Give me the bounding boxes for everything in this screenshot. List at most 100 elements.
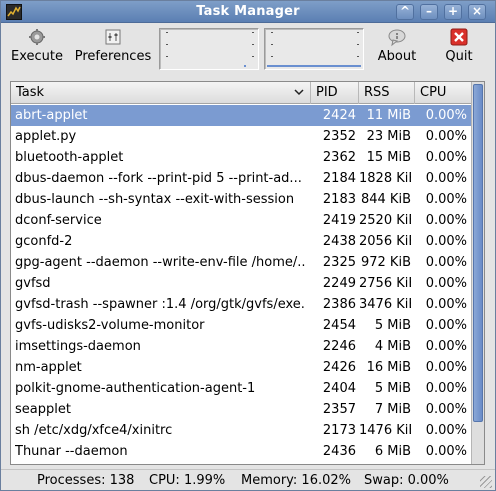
rss-cell: 23 MiB: [366, 129, 411, 144]
table-row[interactable]: nm-applet 2426 16 MiB 0.00%: [11, 357, 472, 378]
cpu-cell: 0.00%: [425, 255, 467, 270]
column-header-cpu[interactable]: CPU: [415, 82, 472, 104]
rss-cell: 7 MiB: [374, 402, 411, 417]
resize-grip[interactable]: [480, 476, 492, 488]
graph-gridline: [271, 32, 273, 66]
pid-cell: 2173: [322, 423, 356, 438]
execute-button[interactable]: Execute: [9, 27, 65, 69]
pid-cell: 2352: [322, 129, 356, 144]
quit-button[interactable]: Quit: [437, 27, 481, 69]
table-row[interactable]: imsettings-daemon 2246 4 MiB 0.00%: [11, 336, 472, 357]
task-name-cell: imsettings-daemon: [15, 339, 141, 354]
cpu-cell: 0.00%: [425, 318, 467, 333]
cpu-cell: 0.00%: [425, 339, 467, 354]
cpu-cell: 0.00%: [425, 129, 467, 144]
status-bar: Processes: 138 CPU: 1.99% Memory: 16.02%…: [1, 469, 495, 490]
preferences-button[interactable]: Preferences: [73, 27, 153, 69]
cpu-cell: 0.00%: [425, 297, 467, 312]
task-name-cell: bluetooth-applet: [15, 150, 124, 165]
task-manager-window: Task Manager ^ – + × Execute Preferences…: [0, 0, 496, 491]
rss-cell: 4 MiB: [374, 339, 411, 354]
task-name-cell: seapplet: [15, 402, 71, 417]
speech-bubble-icon: [387, 27, 407, 47]
pid-cell: 2362: [322, 150, 356, 165]
pid-cell: 2424: [322, 108, 356, 123]
rss-cell: 844 KiB: [360, 192, 411, 207]
table-row[interactable]: abrt-applet 2424 11 MiB 0.00%: [11, 105, 472, 126]
cpu-cell: 0.00%: [425, 402, 467, 417]
table-row[interactable]: dconf-service 24192520 KiB 0.00%: [11, 210, 472, 231]
quit-label: Quit: [445, 49, 473, 64]
table-row[interactable]: applet.py 2352 23 MiB 0.00%: [11, 126, 472, 147]
table-row[interactable]: bluetooth-applet 2362 15 MiB 0.00%: [11, 147, 472, 168]
table-row[interactable]: gvfs-udisks2-volume-monitor 2454 5 MiB 0.00…: [11, 315, 472, 336]
status-processes: Processes: 138: [37, 473, 135, 488]
task-name-cell: nm-applet: [15, 360, 82, 375]
table-row[interactable]: Thunar --daemon 2436 6 MiB 0.00%: [11, 441, 472, 462]
maximize-button[interactable]: +: [444, 4, 462, 20]
memory-graph-fill: [267, 65, 361, 67]
status-cpu: CPU: 1.99%: [149, 473, 226, 488]
column-header-pid[interactable]: PID: [311, 82, 359, 104]
table-row[interactable]: dbus-launch --sh-syntax --exit-with-sess…: [11, 189, 472, 210]
close-button[interactable]: ×: [468, 4, 486, 20]
task-name-cell: gvfs-udisks2-volume-monitor: [15, 318, 205, 333]
table-row[interactable]: gconfd-2 24382056 KiB 0.00%: [11, 231, 472, 252]
pid-cell: 2438: [322, 234, 356, 249]
column-header-rss[interactable]: RSS: [359, 82, 415, 104]
pid-cell: 2419: [322, 213, 356, 228]
rss-cell: 15 MiB: [366, 150, 411, 165]
rss-cell: 1476 KiB: [359, 423, 411, 438]
rss-cell: 16 MiB: [366, 360, 411, 375]
cpu-cell: 0.00%: [425, 234, 467, 249]
pid-cell: 2426: [322, 360, 356, 375]
pid-cell: 2183: [322, 192, 356, 207]
status-swap: Swap: 0.00%: [364, 473, 449, 488]
column-label: Task: [16, 85, 45, 100]
minimize-button[interactable]: –: [420, 4, 438, 20]
scrollbar-thumb[interactable]: [473, 84, 483, 422]
table-row[interactable]: gvfsd 22492756 KiB 0.00%: [11, 273, 472, 294]
task-name-cell: gconfd-2: [15, 234, 73, 249]
rss-cell: 2520 KiB: [359, 213, 411, 228]
execute-label: Execute: [11, 49, 63, 64]
table-row[interactable]: gvfsd-trash --spawner :1.4 /org/gtk/gvfs…: [11, 294, 472, 315]
about-button[interactable]: About: [373, 27, 421, 69]
red-x-icon: [449, 27, 469, 47]
cpu-cell: 0.00%: [425, 171, 467, 186]
task-name-cell: Thunar --daemon: [15, 444, 128, 459]
cpu-cell: 0.00%: [425, 150, 467, 165]
cpu-cell: 0.00%: [425, 192, 467, 207]
pid-cell: 2404: [322, 381, 356, 396]
table-row[interactable]: dbus-daemon --fork --print-pid 5 --print…: [11, 168, 472, 189]
rss-cell: 6 MiB: [374, 444, 411, 459]
graph-gridline: [252, 32, 254, 66]
table-row[interactable]: seapplet 2357 7 MiB 0.00%: [11, 399, 472, 420]
pid-cell: 2325: [322, 255, 356, 270]
vertical-scrollbar[interactable]: [471, 82, 484, 464]
cpu-cell: 0.00%: [425, 381, 467, 396]
about-label: About: [377, 49, 417, 64]
pid-cell: 2436: [322, 444, 356, 459]
task-name-cell: abrt-applet: [15, 108, 88, 123]
graph-gridline: [357, 32, 359, 66]
cpu-cell: 0.00%: [425, 444, 467, 459]
rss-cell: 3476 KiB: [359, 297, 411, 312]
task-name-cell: gvfsd-trash --spawner :1.4 /org/gtk/gvfs…: [15, 297, 305, 312]
column-header-task[interactable]: Task: [11, 82, 311, 104]
table-row[interactable]: sh /etc/xdg/xfce4/xinitrc 21731476 KiB 0.0…: [11, 420, 472, 441]
table-row[interactable]: polkit-gnome-authentication-agent-1 2404 5…: [11, 378, 472, 399]
gear-icon: [27, 27, 47, 47]
preferences-icon: [103, 27, 123, 47]
task-name-cell: gpg-agent --daemon --write-env-file /hom…: [15, 255, 305, 270]
task-name-cell: dbus-daemon --fork --print-pid 5 --print…: [15, 171, 302, 186]
table-row[interactable]: gpg-agent --daemon --write-env-file /hom…: [11, 252, 472, 273]
task-name-cell: applet.py: [15, 129, 77, 144]
cpu-graph-fill: [244, 65, 246, 67]
status-memory: Memory: 16.02%: [241, 473, 352, 488]
task-list[interactable]: Task PID RSS CPU abrt-applet 2424 11 MiB 0.…: [10, 81, 485, 465]
shade-button[interactable]: ^: [396, 4, 414, 20]
pid-cell: 2249: [322, 276, 356, 291]
title-bar[interactable]: Task Manager ^ – + ×: [1, 1, 495, 23]
task-name-cell: sh /etc/xdg/xfce4/xinitrc: [15, 423, 173, 438]
